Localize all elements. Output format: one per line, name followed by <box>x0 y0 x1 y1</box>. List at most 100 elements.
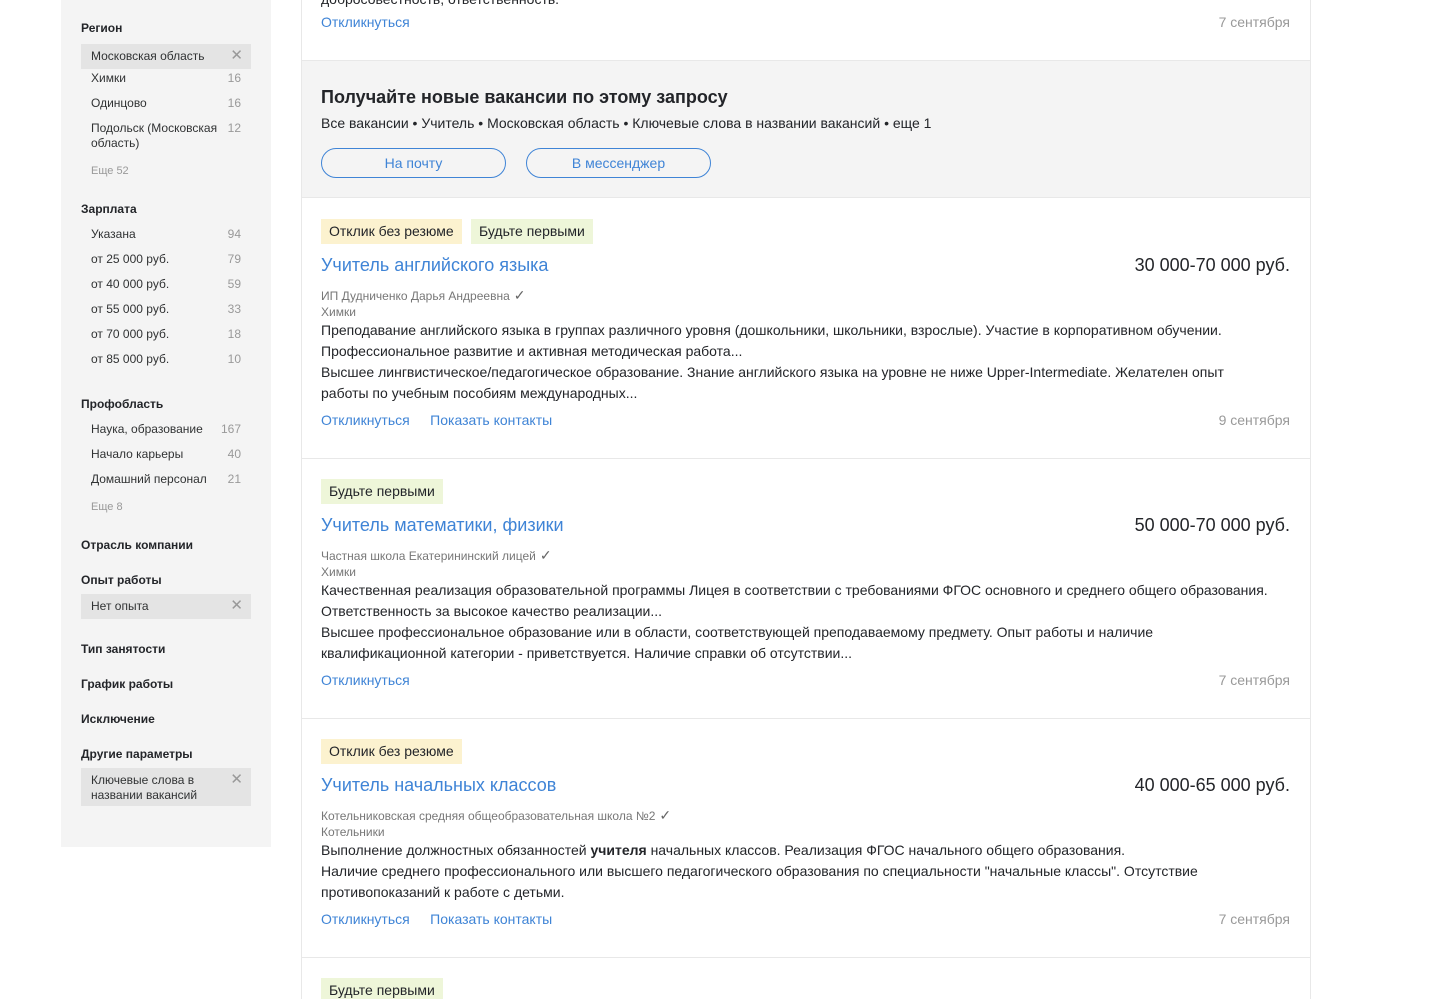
vacancy-responsibility: Преподавание английского языка в группах… <box>321 322 1222 338</box>
salary-item[interactable]: от 40 000 руб. 59 <box>81 277 251 292</box>
region-item-podolsk[interactable]: Подольск (Московская область) 12 <box>81 121 251 151</box>
respond-link[interactable]: Откликнуться <box>321 911 410 927</box>
profarea-item[interactable]: Начало карьеры 40 <box>81 447 251 462</box>
show-contacts-link[interactable]: Показать контакты <box>430 412 552 428</box>
close-icon[interactable]: ✕ <box>230 772 243 787</box>
subscribe-title: Получайте новые вакансии по этому запрос… <box>321 87 728 107</box>
subscribe-box: Получайте новые вакансии по этому запрос… <box>302 60 1310 198</box>
vacancy-actions: Откликнуться <box>321 672 426 690</box>
vacancy-requirement-cont: квалификационной категории - приветствуе… <box>321 645 853 661</box>
vacancy-card: Отклик без резюме Будьте первыми Учитель… <box>302 219 1310 439</box>
company-name: Котельниковская средняя общеобразователь… <box>321 809 656 823</box>
vacancy-card-partial: добросовестность, ответственность. Откли… <box>302 0 1310 59</box>
filter-label: от 55 000 руб. <box>91 302 170 316</box>
respond-link[interactable]: Откликнуться <box>321 14 410 30</box>
filter-count: 21 <box>227 472 241 486</box>
vacancy-date: 7 сентября <box>1218 672 1290 688</box>
filters-sidebar: Регион Московская область ✕ Химки 16 Оди… <box>61 0 271 847</box>
vacancy-card-partial: Будьте первыми <box>302 978 1310 999</box>
divider <box>302 458 1310 459</box>
filter-count: 12 <box>227 121 241 135</box>
close-icon[interactable]: ✕ <box>230 598 243 613</box>
industry-title[interactable]: Отрасль компании <box>81 538 193 552</box>
resp-text: Выполнение должностных обязанностей <box>321 842 591 858</box>
respond-link[interactable]: Откликнуться <box>321 412 410 428</box>
vacancy-list: добросовестность, ответственность. Откли… <box>301 0 1311 999</box>
vacancy-salary: 50 000-70 000 руб. <box>1134 515 1290 535</box>
vacancy-date: 9 сентября <box>1218 412 1290 428</box>
vacancy-responsibility-cont: Профессиональное развитие и активная мет… <box>321 343 743 359</box>
vacancy-title-link[interactable]: Учитель английского языка <box>321 255 548 276</box>
filter-count: 79 <box>227 252 241 266</box>
employment-title[interactable]: Тип занятости <box>81 642 165 656</box>
vacancy-requirement-cont: противопоказаний к работе с детьми. <box>321 884 565 900</box>
verified-check-icon: ✓ <box>513 287 526 303</box>
region-title: Регион <box>81 21 123 35</box>
subscribe-email-button[interactable]: На почту <box>321 148 506 178</box>
filter-count: 16 <box>227 71 241 85</box>
salary-title: Зарплата <box>81 202 137 216</box>
filter-label: Одинцово <box>91 96 147 110</box>
profarea-title: Профобласть <box>81 397 164 411</box>
vacancy-company[interactable]: Котельниковская средняя общеобразователь… <box>321 807 671 824</box>
region-item-odintsovo[interactable]: Одинцово 16 <box>81 96 251 111</box>
experience-title: Опыт работы <box>81 573 162 587</box>
subscribe-messenger-button[interactable]: В мессенджер <box>526 148 711 178</box>
salary-item[interactable]: от 70 000 руб. 18 <box>81 327 251 342</box>
filter-count: 10 <box>227 352 241 366</box>
vacancy-title-link[interactable]: Учитель математики, физики <box>321 515 564 536</box>
vacancy-description: Преподавание английского языка в группах… <box>321 320 1281 404</box>
filter-label: Подольск (Московская область) <box>91 121 218 150</box>
vacancy-date: 7 сентября <box>1218 911 1290 927</box>
vacancy-city: Котельники <box>321 825 385 839</box>
filter-label: Химки <box>91 71 126 85</box>
schedule-title[interactable]: График работы <box>81 677 173 691</box>
vacancy-actions: Откликнуться <box>321 14 426 32</box>
vacancy-requirement-cont: работы по учебным пособиям международных… <box>321 385 638 401</box>
close-icon[interactable]: ✕ <box>230 48 243 63</box>
region-item-khimki[interactable]: Химки 16 <box>81 71 251 86</box>
region-selected-chip[interactable]: Московская область ✕ <box>81 44 251 69</box>
other-params-title: Другие параметры <box>81 747 193 761</box>
respond-link[interactable]: Откликнуться <box>321 672 410 688</box>
filter-label: от 70 000 руб. <box>91 327 170 341</box>
badge-be-first: Будьте первыми <box>321 978 443 999</box>
exclusion-title[interactable]: Исключение <box>81 712 155 726</box>
resp-text: начальных классов. Реализация ФГОС начал… <box>646 842 1126 858</box>
salary-item[interactable]: от 85 000 руб. 10 <box>81 352 251 367</box>
filter-label: от 25 000 руб. <box>91 252 170 266</box>
profarea-more-link[interactable]: Еще 8 <box>91 501 123 513</box>
vacancy-title-link[interactable]: Учитель начальных классов <box>321 775 556 796</box>
vacancy-description: Качественная реализация образовательной … <box>321 580 1281 664</box>
salary-item[interactable]: от 55 000 руб. 33 <box>81 302 251 317</box>
vacancy-requirement: Наличие среднего профессионального или в… <box>321 863 1198 879</box>
filter-count: 18 <box>227 327 241 341</box>
salary-item[interactable]: от 25 000 руб. 79 <box>81 252 251 267</box>
vacancy-city: Химки <box>321 305 356 319</box>
show-contacts-link[interactable]: Показать контакты <box>430 911 552 927</box>
subscribe-query-tags: Все вакансии • Учитель • Московская обла… <box>321 115 932 131</box>
other-selected-chip[interactable]: Ключевые слова в названии вакансий ✕ <box>81 768 251 806</box>
filter-label: Начало карьеры <box>91 447 184 461</box>
badge-no-resume: Отклик без резюме <box>321 219 462 244</box>
vacancy-company[interactable]: Частная школа Екатерининский лицей ✓ <box>321 547 552 564</box>
profarea-item[interactable]: Наука, образование 167 <box>81 422 251 437</box>
vacancy-requirement: Высшее профессиональное образование или … <box>321 624 1154 640</box>
badge-be-first: Будьте первыми <box>321 479 443 504</box>
divider <box>302 718 1310 719</box>
badge-no-resume: Отклик без резюме <box>321 739 462 764</box>
vacancy-requirement: Высшее лингвистическое/педагогическое об… <box>321 364 1224 380</box>
salary-item[interactable]: Указана 94 <box>81 227 251 242</box>
vacancy-company[interactable]: ИП Дудниченко Дарья Андреевна ✓ <box>321 287 525 304</box>
vacancy-actions: Откликнуться Показать контакты <box>321 412 568 430</box>
profarea-item[interactable]: Домашний персонал 21 <box>81 472 251 487</box>
vacancy-responsibility: Качественная реализация образовательной … <box>321 582 1268 598</box>
filter-count: 94 <box>227 227 241 241</box>
vacancy-card: Будьте первыми Учитель математики, физик… <box>302 479 1310 699</box>
filter-label: Указана <box>91 227 136 241</box>
filter-label: от 40 000 руб. <box>91 277 170 291</box>
experience-selected-chip[interactable]: Нет опыта ✕ <box>81 594 251 619</box>
region-more-link[interactable]: Еще 52 <box>91 165 129 177</box>
verified-check-icon: ✓ <box>539 547 552 563</box>
filter-label: от 85 000 руб. <box>91 352 170 366</box>
